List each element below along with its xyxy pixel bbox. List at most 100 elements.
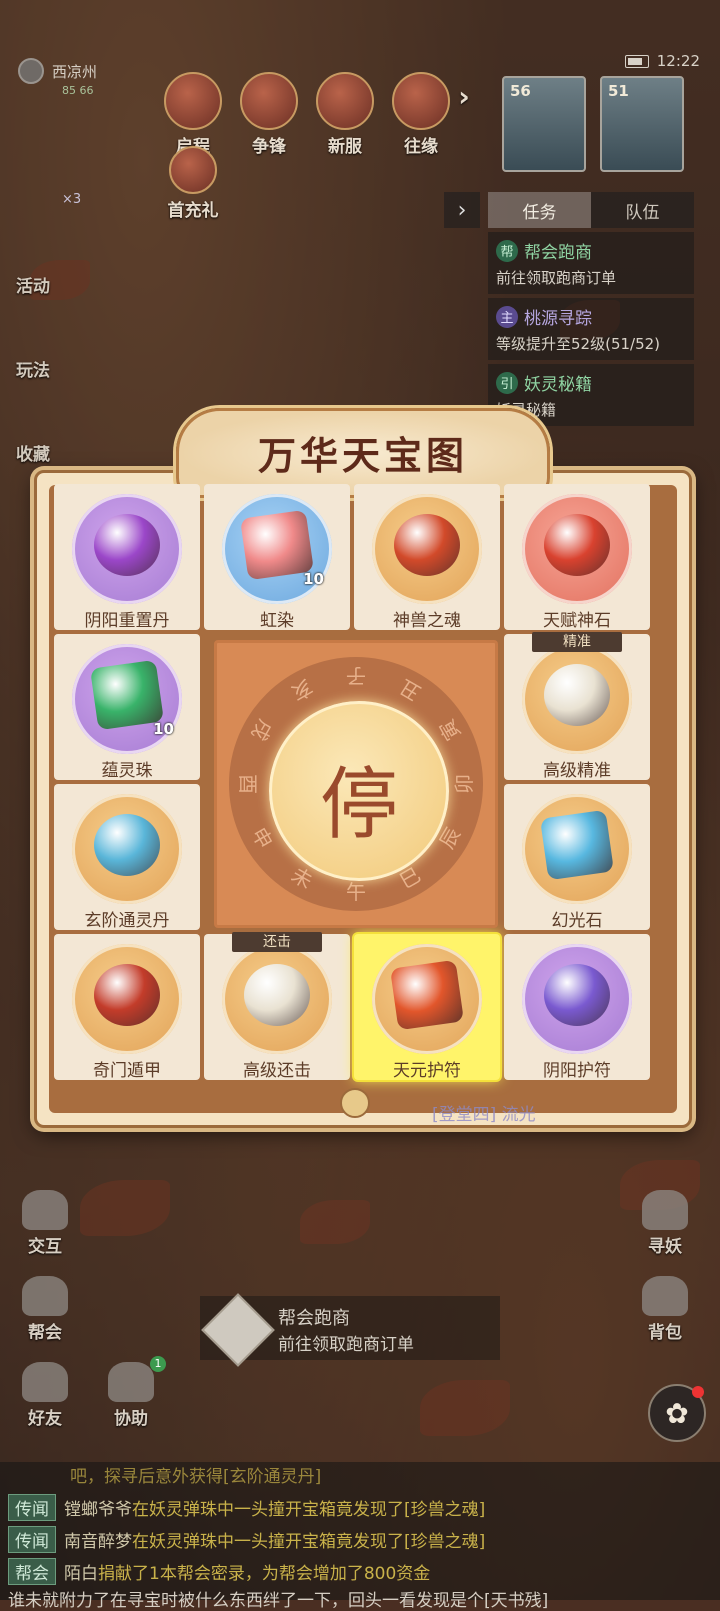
reward-label: 阴阳重置丹 xyxy=(84,611,170,631)
task-desc: 前往领取跑商订单 xyxy=(496,269,617,287)
chat-name[interactable]: 南音醉梦 xyxy=(64,1532,132,1552)
dialog-knob xyxy=(340,1088,370,1118)
top-button-0[interactable]: 启程 xyxy=(160,72,226,157)
banner-icon xyxy=(240,72,298,130)
chat-line: 传闻 南音醉梦在妖灵弹珠中一头撞开宝箱竟发现了[珍兽之魂] xyxy=(8,1526,485,1553)
reward-cell[interactable]: 精准 高级精准 xyxy=(504,632,650,781)
reward-ribbon: 精准 xyxy=(532,632,622,652)
tab-team[interactable]: 队伍 xyxy=(591,192,694,228)
quest-icon xyxy=(201,1293,275,1367)
reward-cell[interactable]: 奇门遁甲 xyxy=(54,934,200,1081)
quest-tracker[interactable]: 帮会跑商 前往领取跑商订单 xyxy=(200,1293,500,1367)
menu-flower-button[interactable]: ✿ xyxy=(648,1384,706,1442)
reward-item-icon xyxy=(394,514,460,576)
chat-text: 在妖灵弹珠中一头撞开宝箱竟发现了[珍兽之魂] xyxy=(132,1500,486,1520)
task-desc: 等级提升至52级(51/52) xyxy=(496,335,661,353)
reward-label: 幻光石 xyxy=(551,911,603,931)
expand-arrow[interactable]: › xyxy=(452,80,476,113)
guild-icon xyxy=(22,1276,68,1316)
spin-wheel: 子丑寅卯辰巳午未申酉戌亥 停 xyxy=(214,640,498,928)
reward-cell[interactable]: 玄阶通灵丹 xyxy=(54,784,200,931)
reward-cell[interactable]: 天元护符 xyxy=(354,934,500,1081)
bottom-button-label: 交互 xyxy=(28,1237,62,1257)
task-title: 桃源寻踪 xyxy=(524,309,592,329)
chat-text: 捐献了1本帮会密录，为帮会增加了800资金 xyxy=(98,1564,431,1584)
task-title: 帮会跑商 xyxy=(524,243,592,263)
coordinates: 85 66 xyxy=(62,84,94,97)
reward-label: 高级精准 xyxy=(543,761,611,781)
assist-badge: 1 xyxy=(150,1356,166,1372)
avatar-card-0[interactable]: 56 xyxy=(502,76,586,172)
bottom-button-bag[interactable]: 背包 xyxy=(630,1276,700,1343)
reward-label: 奇门遁甲 xyxy=(93,1061,161,1081)
earthly-branch-glyph: 子 xyxy=(346,664,366,688)
map-icon xyxy=(18,58,44,84)
clock: 12:22 xyxy=(656,52,700,70)
bag-icon xyxy=(642,1276,688,1316)
reward-label: 天元护符 xyxy=(393,1061,461,1081)
top-button-2[interactable]: 新服 xyxy=(312,72,378,157)
reward-cell[interactable]: 幻光石 xyxy=(504,784,650,931)
side-play[interactable]: 玩法 xyxy=(16,356,50,381)
bottom-button-label: 寻妖 xyxy=(648,1237,682,1257)
task-item[interactable]: 帮帮会跑商 前往领取跑商订单 xyxy=(488,232,694,294)
bottom-button-assist[interactable]: 协助 xyxy=(96,1362,166,1429)
reward-cell[interactable]: 阴阳重置丹 xyxy=(54,484,200,631)
location[interactable]: 西凉州 xyxy=(18,58,97,84)
tab-tasks[interactable]: 任务 xyxy=(488,192,591,228)
reward-item-icon xyxy=(544,964,610,1026)
earthly-branch-glyph: 酉 xyxy=(236,774,260,794)
top-button-label: 往缘 xyxy=(404,137,438,157)
reward-item-icon xyxy=(244,964,310,1026)
collapse-panel-button[interactable]: › xyxy=(444,192,480,228)
handshake-icon xyxy=(108,1362,154,1402)
side-activity[interactable]: 活动 xyxy=(16,272,50,297)
bottom-button-seek[interactable]: 寻妖 xyxy=(630,1190,700,1257)
bottom-button-label: 好友 xyxy=(28,1409,62,1429)
reward-label: 神兽之魂 xyxy=(393,611,461,631)
reward-cell[interactable]: 10 虹染 xyxy=(204,484,350,631)
chat-name[interactable]: 镗螂爷爷 xyxy=(64,1500,132,1520)
reward-quantity: 10 xyxy=(303,570,324,588)
avatar-card-1[interactable]: 51 xyxy=(600,76,684,172)
stop-label: 停 xyxy=(319,760,398,850)
task-title: 妖灵秘籍 xyxy=(524,375,592,395)
reward-item-icon xyxy=(544,514,610,576)
bottom-button-interact[interactable]: 交互 xyxy=(10,1190,80,1257)
dialog-title: 万华天宝图 xyxy=(257,433,468,478)
bottom-button-friends[interactable]: 好友 xyxy=(10,1362,80,1429)
bottom-button-label: 背包 xyxy=(648,1323,682,1343)
reward-cell[interactable]: 10 蕴灵珠 xyxy=(54,634,200,781)
chat-line: 帮会 陌白捐献了1本帮会密录，为帮会增加了800资金 xyxy=(8,1558,430,1585)
reward-item-icon xyxy=(94,514,160,576)
item-count: ×3 xyxy=(62,192,82,207)
notification-dot xyxy=(692,1386,704,1398)
reward-cell[interactable]: 神兽之魂 xyxy=(354,484,500,631)
location-name: 西凉州 xyxy=(52,62,98,81)
task-item[interactable]: 主桃源寻踪 等级提升至52级(51/52) xyxy=(488,298,694,360)
reward-item-icon xyxy=(94,814,160,876)
chat-name[interactable]: 陌白 xyxy=(64,1564,98,1584)
reward-cell[interactable]: 还击 高级还击 xyxy=(204,932,350,1081)
reward-item-icon xyxy=(94,964,160,1026)
bottom-button-guild[interactable]: 帮会 xyxy=(10,1276,80,1343)
chat-tag: 传闻 xyxy=(8,1526,56,1553)
side-collect[interactable]: 收藏 xyxy=(16,440,50,465)
reward-cell[interactable]: 阴阳护符 xyxy=(504,934,650,1081)
chat-text: 在妖灵弹珠中一头撞开宝箱竟发现了[珍兽之魂] xyxy=(132,1532,486,1552)
bottom-button-label: 协助 xyxy=(114,1409,148,1429)
chat-panel[interactable]: 吧，探寻后意外获得[玄阶通灵丹] 传闻 镗螂爷爷在妖灵弹珠中一头撞开宝箱竟发现了[… xyxy=(0,1462,720,1611)
first-charge-button[interactable]: 首充礼 xyxy=(160,146,226,221)
top-button-3[interactable]: 往缘 xyxy=(388,72,454,157)
reward-ribbon: 还击 xyxy=(232,932,322,952)
reward-label: 虹染 xyxy=(260,611,294,631)
reward-quantity: 10 xyxy=(153,720,174,738)
reward-cell[interactable]: 天赋神石 xyxy=(504,484,650,631)
top-button-1[interactable]: 争锋 xyxy=(236,72,302,157)
task-badge: 帮 xyxy=(496,239,518,262)
task-panel: 任务 队伍 帮帮会跑商 前往领取跑商订单 主桃源寻踪 等级提升至52级(51/5… xyxy=(488,192,694,426)
reward-item-icon xyxy=(544,664,610,726)
first-charge-label: 首充礼 xyxy=(167,201,219,221)
chat-bottom-line: 谁未就附力了在寻宝时被什么东西绊了一下，回头一看发现是个[天书残] xyxy=(8,1591,549,1611)
stop-button[interactable]: 停 xyxy=(269,701,449,881)
